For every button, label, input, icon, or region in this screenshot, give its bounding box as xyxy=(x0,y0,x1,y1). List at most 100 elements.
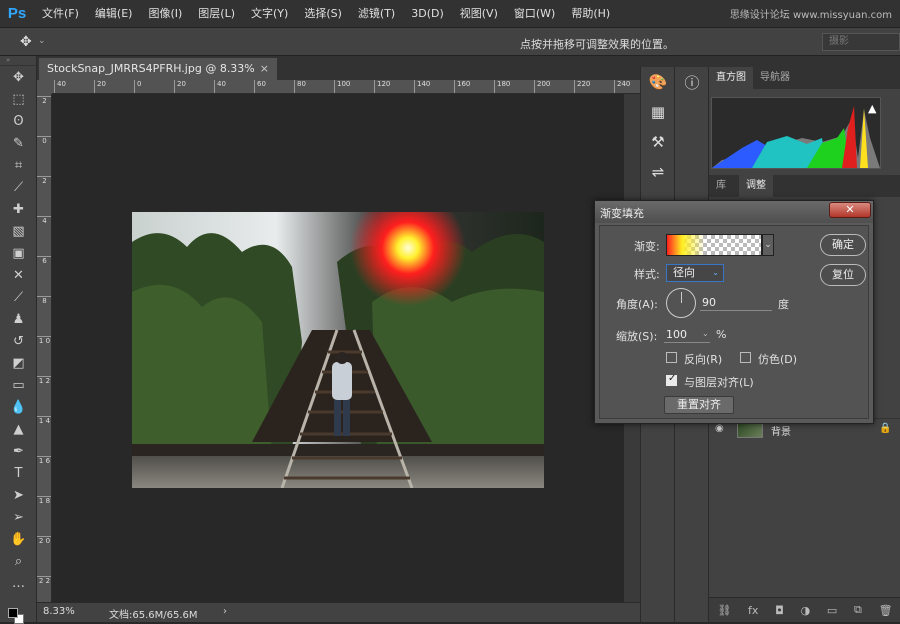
content-aware-tool-icon[interactable]: ▣ xyxy=(0,242,37,264)
ruler-tick-label: 1 8 xyxy=(37,496,51,505)
history-brush-tool-icon[interactable]: ↺ xyxy=(0,330,37,352)
mask-icon[interactable]: ◘ xyxy=(775,604,784,617)
histogram-graph xyxy=(712,106,880,168)
tool-presets-icon[interactable]: ⇌ xyxy=(641,157,675,187)
vertical-ruler[interactable]: 2 0 2 4 6 8 1 0 1 2 1 4 1 6 1 8 2 0 2 2 xyxy=(37,94,52,602)
gradient-tool-icon[interactable]: ▭ xyxy=(0,374,37,396)
ruler-tick-label: 2 0 xyxy=(37,536,51,545)
type-tool-icon[interactable]: T xyxy=(0,462,37,484)
reset-alignment-button[interactable]: 重置对齐 xyxy=(664,396,734,414)
move-content-tool-icon[interactable]: ✕ xyxy=(0,264,37,286)
document-size: 文档:65.6M/65.6M xyxy=(109,610,198,621)
brush-presets-icon[interactable]: ⚒ xyxy=(641,127,675,157)
reverse-checkbox[interactable] xyxy=(666,352,677,363)
zoom-level[interactable]: 8.33% xyxy=(43,606,75,617)
layers-panel-footer: ⛓ fx ◘ ◑ ▭ ⧉ 🗑 xyxy=(709,597,900,622)
ok-button[interactable]: 确定 xyxy=(820,234,866,256)
menu-select[interactable]: 选择(S) xyxy=(296,0,350,28)
layer-name[interactable]: 背景 xyxy=(771,423,791,438)
document-tab[interactable]: StockSnap_JMRRS4PFRH.jpg @ 8.33%(RGB/8) … xyxy=(39,58,277,97)
menu-view[interactable]: 视图(V) xyxy=(452,0,506,28)
chevron-down-icon[interactable]: ⌄ xyxy=(38,36,46,46)
healing-brush-tool-icon[interactable]: ✚ xyxy=(0,198,37,220)
tab-adjustments[interactable]: 调整 xyxy=(739,175,773,197)
ruler-tick-label: 4 xyxy=(37,216,51,225)
toolbar-collapse-icon[interactable]: » xyxy=(0,56,36,66)
ruler-tick-label: 220 xyxy=(574,80,590,93)
adjustments-tab-row: 库 调整 xyxy=(709,175,900,197)
ruler-tick-label: 40 xyxy=(214,80,226,93)
scale-label: 缩放(S): xyxy=(616,330,658,343)
gradient-preview[interactable] xyxy=(666,234,762,256)
link-icon[interactable]: ⛓ xyxy=(717,604,731,617)
move-tool-icon[interactable]: ✥ xyxy=(20,34,32,50)
direct-select-tool-icon[interactable]: ➢ xyxy=(0,506,37,528)
document-image[interactable] xyxy=(132,212,544,488)
eraser-tool-icon[interactable]: ◩ xyxy=(0,352,37,374)
menu-edit[interactable]: 编辑(E) xyxy=(87,0,141,28)
angle-input[interactable]: 90 xyxy=(700,294,772,311)
info-icon[interactable]: ⓘ xyxy=(675,67,709,97)
adjustment-layer-icon[interactable]: ◑ xyxy=(801,604,811,617)
tab-histogram[interactable]: 直方图 xyxy=(709,67,753,89)
menu-3d[interactable]: 3D(D) xyxy=(403,0,452,28)
quick-select-tool-icon[interactable]: ✎ xyxy=(0,132,37,154)
swatches-grid-icon[interactable]: ▦ xyxy=(641,97,675,127)
tab-navigator[interactable]: 导航器 xyxy=(753,67,797,89)
lasso-tool-icon[interactable]: ʘ xyxy=(0,110,37,132)
fx-icon[interactable]: fx xyxy=(748,604,758,617)
chevron-down-icon[interactable]: ⌄ xyxy=(762,234,774,256)
more-tools-icon[interactable]: … xyxy=(0,572,37,594)
tab-libraries[interactable]: 库 xyxy=(709,175,733,197)
workspace-search-input[interactable]: 摄影 xyxy=(822,33,900,51)
menu-filter[interactable]: 滤镜(T) xyxy=(350,0,403,28)
blur-tool-icon[interactable]: 💧 xyxy=(0,396,37,418)
dialog-titlebar[interactable]: 渐变填充 ✕ xyxy=(595,201,873,223)
align-with-layer-checkbox[interactable] xyxy=(666,373,677,386)
watermark: 思缘设计论坛 www.missyuan.com xyxy=(729,10,892,21)
path-select-tool-icon[interactable]: ➤ xyxy=(0,484,37,506)
photoshop-logo: Ps xyxy=(7,5,27,22)
color-palette-icon[interactable]: 🎨 xyxy=(641,67,675,97)
hand-tool-icon[interactable]: ✋ xyxy=(0,528,37,550)
close-icon[interactable]: ✕ xyxy=(829,202,871,218)
dodge-tool-icon[interactable]: ▲ xyxy=(0,418,37,440)
patch-tool-icon[interactable]: ▧ xyxy=(0,220,37,242)
style-select[interactable]: 径向 ⌄ xyxy=(666,264,724,282)
clone-stamp-tool-icon[interactable]: ♟ xyxy=(0,308,37,330)
reverse-label: 反向(R) xyxy=(684,353,723,366)
brush-tool-icon[interactable]: ⟋ xyxy=(0,286,37,308)
menu-help[interactable]: 帮助(H) xyxy=(563,0,618,28)
status-menu-icon[interactable]: › xyxy=(223,606,227,617)
eyedropper-tool-icon[interactable]: ⟋ xyxy=(0,176,37,198)
ruler-origin[interactable] xyxy=(37,80,52,94)
warning-icon[interactable]: ▲ xyxy=(868,102,876,115)
move-tool-icon[interactable]: ✥ xyxy=(0,66,37,88)
foreground-color-swatch[interactable] xyxy=(8,608,18,618)
dither-checkbox[interactable] xyxy=(740,352,751,363)
angle-dial[interactable] xyxy=(666,288,696,318)
pen-tool-icon[interactable]: ✒ xyxy=(0,440,37,462)
close-icon[interactable]: × xyxy=(260,58,269,80)
trash-icon[interactable]: 🗑 xyxy=(879,604,893,617)
menu-file[interactable]: 文件(F) xyxy=(34,0,87,28)
menu-window[interactable]: 窗口(W) xyxy=(506,0,563,28)
dialog-body: 渐变: ⌄ 样式: 径向 ⌄ 角度(A): 90 度 缩放(S): 100 ⌄ … xyxy=(599,225,869,419)
menu-image[interactable]: 图像(I) xyxy=(140,0,190,28)
marquee-tool-icon[interactable]: ⬚ xyxy=(0,88,37,110)
new-layer-icon[interactable]: ⧉ xyxy=(854,603,862,617)
ruler-tick-label: 120 xyxy=(374,80,390,93)
chevron-down-icon[interactable]: ⌄ xyxy=(702,329,709,338)
crop-tool-icon[interactable]: ⌗ xyxy=(0,154,37,176)
menu-type[interactable]: 文字(Y) xyxy=(243,0,296,28)
horizontal-ruler[interactable]: 40 20 0 20 40 60 80 100 120 140 160 180 200 220 240 xyxy=(52,80,640,94)
reset-button[interactable]: 复位 xyxy=(820,264,866,286)
lock-icon[interactable]: 🔒 xyxy=(879,423,891,434)
menu-layer[interactable]: 图层(L) xyxy=(190,0,243,28)
ruler-tick-label: 160 xyxy=(454,80,470,93)
folder-icon[interactable]: ▭ xyxy=(827,604,837,617)
zoom-tool-icon[interactable]: ⌕ xyxy=(0,550,37,572)
ruler-tick-label: 180 xyxy=(494,80,510,93)
panel-collapse-bar[interactable] xyxy=(640,56,900,67)
eye-icon[interactable]: ◉ xyxy=(715,423,724,434)
